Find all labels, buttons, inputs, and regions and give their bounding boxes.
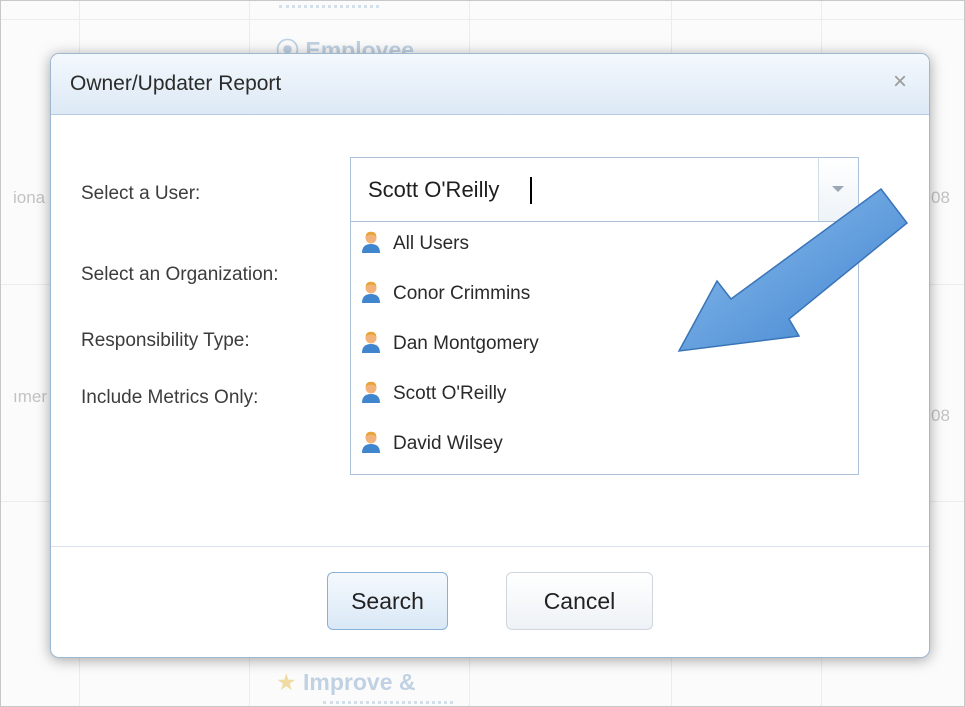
background-dotted-rule — [323, 701, 453, 704]
user-icon — [362, 431, 380, 453]
responsibility-type-label: Responsibility Type: — [81, 330, 250, 351]
text-caret — [530, 177, 532, 204]
star-icon: ★ — [276, 669, 297, 695]
background-heading-text: Improve & — [303, 669, 416, 695]
user-option-label: All Users — [393, 233, 470, 254]
user-option-label: Scott O'Reilly — [393, 383, 507, 404]
user-icon — [362, 381, 380, 403]
include-metrics-only-label: Include Metrics Only: — [81, 387, 259, 408]
footer-divider — [51, 546, 929, 547]
search-button[interactable]: Search — [327, 572, 448, 630]
background-fragment: ımer — [13, 387, 47, 406]
cancel-button[interactable]: Cancel — [506, 572, 653, 630]
user-option-label: Dan Montgomery — [393, 333, 539, 354]
user-option-david-wilsey[interactable]: David Wilsey — [351, 422, 858, 470]
select-user-label: Select a User: — [81, 183, 201, 204]
user-option-label: Conor Crimmins — [393, 283, 531, 304]
user-icon — [362, 281, 380, 303]
dialog-header: Owner/Updater Report × — [51, 54, 929, 115]
select-organization-label: Select an Organization: — [81, 264, 279, 285]
user-icon — [362, 231, 380, 253]
background-heading-improve: ★ Improve & — [276, 669, 416, 696]
annotation-arrow-icon — [677, 187, 909, 352]
close-icon[interactable]: × — [893, 68, 907, 96]
user-option-label: David Wilsey — [393, 433, 503, 454]
user-icon — [362, 331, 380, 353]
background-dotted-rule — [279, 5, 379, 8]
background-fragment: iona — [13, 188, 46, 207]
application-frame: ⦿ Employee ★ Improve & iona ımer 08 08 O… — [0, 0, 965, 707]
dialog-title: Owner/Updater Report — [70, 72, 282, 95]
background-fragment: 08 — [931, 406, 950, 425]
